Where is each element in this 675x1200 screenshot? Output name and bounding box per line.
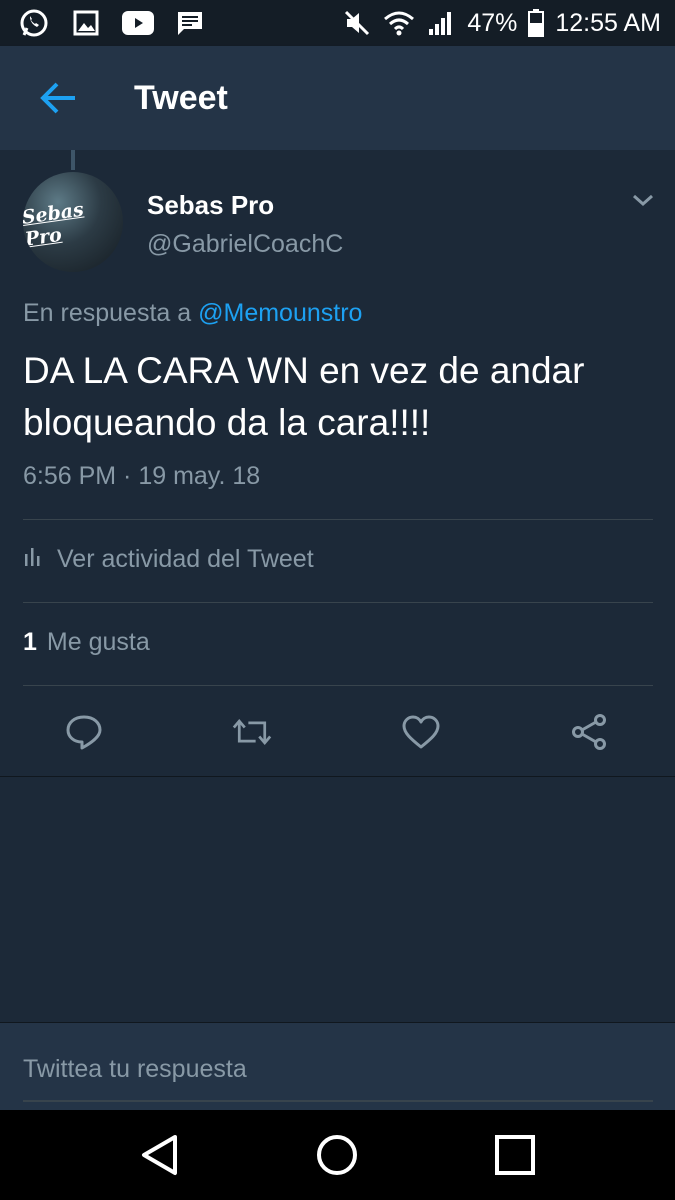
tweet-timestamp: 6:56 PM · 19 may. 18 — [23, 462, 261, 490]
message-icon — [174, 7, 206, 39]
app-header: Tweet — [0, 46, 675, 150]
author-handle[interactable]: @GabrielCoachC — [147, 230, 343, 259]
chevron-down-icon[interactable] — [628, 188, 658, 212]
battery-percent: 47% — [467, 8, 518, 37]
reply-context: En respuesta a @Memounstro — [23, 299, 362, 328]
system-nav-bar — [0, 1110, 675, 1200]
tweet-detail: Sebas Pro Sebas Pro @GabrielCoachC En re… — [0, 150, 675, 777]
reply-composer[interactable]: Twittea tu respuesta — [0, 1022, 675, 1111]
divider — [23, 685, 653, 686]
avatar[interactable]: Sebas Pro — [23, 172, 123, 272]
like-icon[interactable] — [401, 712, 441, 752]
divider — [23, 519, 653, 520]
activity-icon — [23, 544, 43, 575]
share-icon[interactable] — [569, 712, 609, 752]
reply-prefix: En respuesta a — [23, 299, 192, 327]
likes-number: 1 — [23, 628, 37, 656]
youtube-icon — [122, 7, 154, 39]
likes-count[interactable]: 1 Me gusta — [23, 628, 150, 657]
activity-label: Ver actividad del Tweet — [57, 545, 314, 573]
thread-line — [71, 150, 75, 170]
author-name[interactable]: Sebas Pro — [147, 190, 274, 221]
battery-icon — [527, 7, 545, 39]
retweet-icon[interactable] — [232, 712, 272, 752]
tweet-actions — [0, 700, 675, 762]
nav-recents-icon[interactable] — [490, 1130, 540, 1180]
reply-icon[interactable] — [64, 712, 104, 752]
clock: 12:55 AM — [555, 8, 661, 37]
whatsapp-icon — [18, 7, 50, 39]
back-arrow-icon[interactable] — [30, 70, 86, 126]
gallery-icon — [70, 7, 102, 39]
reply-input[interactable]: Twittea tu respuesta — [23, 1055, 247, 1084]
tweet-activity-button[interactable]: Ver actividad del Tweet — [23, 544, 314, 575]
wifi-icon — [383, 7, 415, 39]
divider — [23, 602, 653, 603]
status-bar: 47% 12:55 AM — [0, 0, 675, 46]
reply-mention-link[interactable]: @Memounstro — [198, 299, 362, 327]
signal-icon — [425, 7, 457, 39]
reply-underline — [23, 1100, 653, 1102]
likes-label: Me gusta — [46, 628, 150, 656]
nav-back-icon[interactable] — [134, 1130, 184, 1180]
mute-icon — [341, 7, 373, 39]
tweet-text: DA LA CARA WN en vez de andar bloqueando… — [23, 350, 585, 443]
page-title: Tweet — [134, 78, 228, 117]
avatar-logo-text: Sebas Pro — [23, 198, 85, 251]
nav-home-icon[interactable] — [312, 1130, 362, 1180]
